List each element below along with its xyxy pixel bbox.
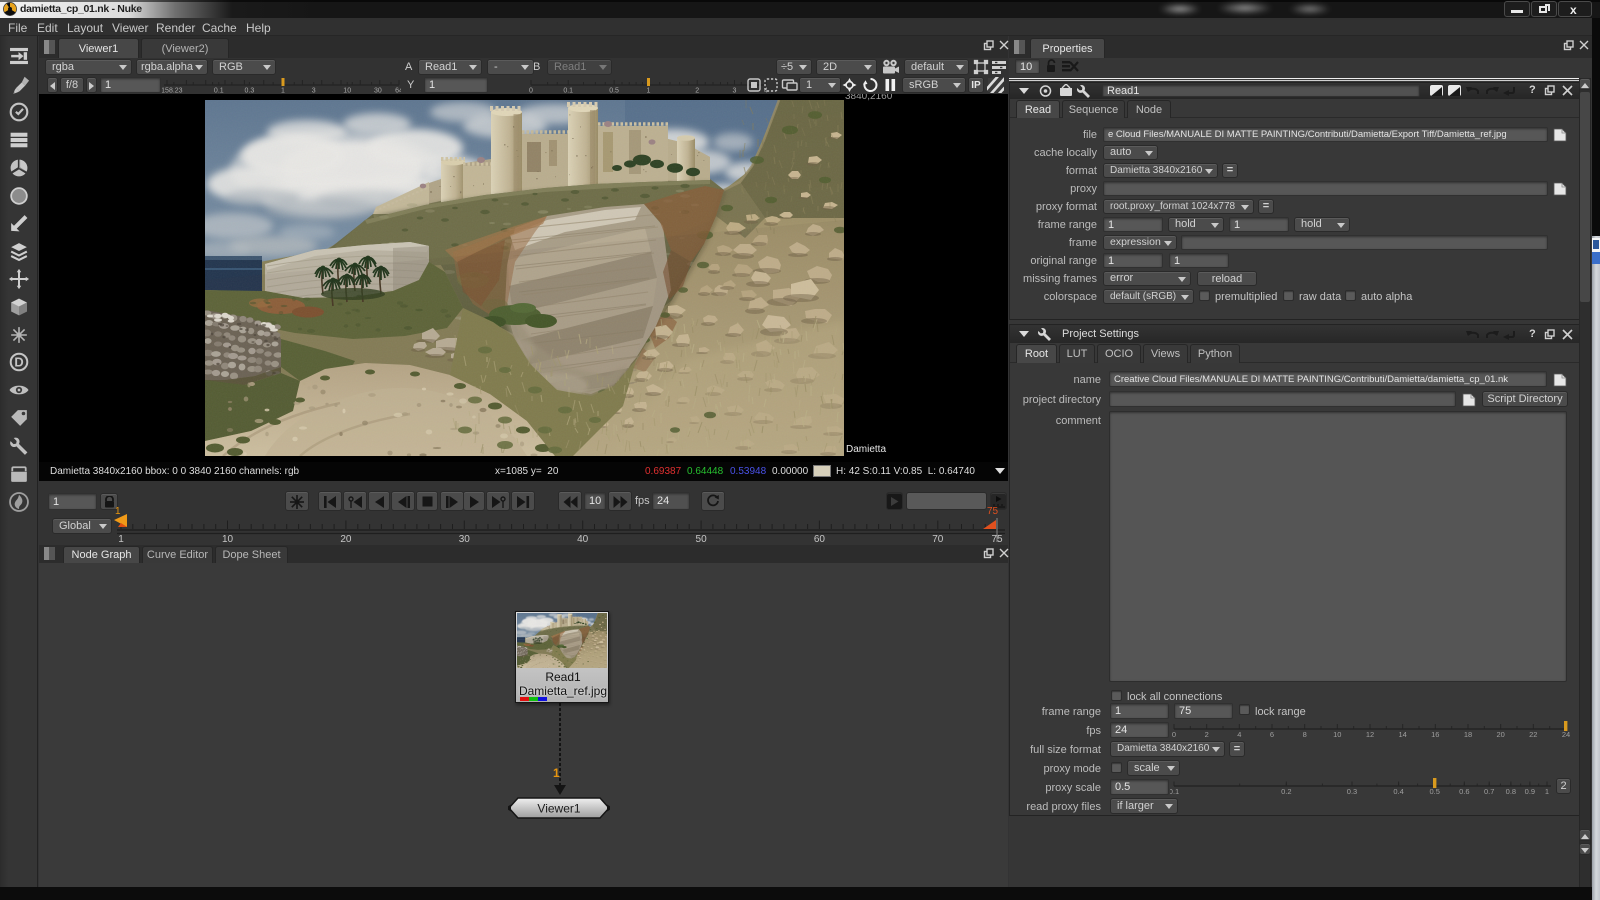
svg-text:D: D [14, 355, 23, 370]
svg-text:0.3: 0.3 [1347, 787, 1357, 796]
svg-text:22: 22 [1529, 730, 1537, 739]
svg-text:70: 70 [932, 534, 944, 545]
svg-text:0.8: 0.8 [1506, 787, 1516, 796]
svg-text:50: 50 [696, 534, 708, 545]
svg-text:1: 1 [1545, 787, 1549, 796]
svg-text:10: 10 [1333, 730, 1341, 739]
svg-text:40: 40 [577, 534, 589, 545]
svg-text:30: 30 [459, 534, 471, 545]
svg-text:18: 18 [1464, 730, 1472, 739]
svg-text:0: 0 [1172, 730, 1176, 739]
svg-text:Viewer1: Viewer1 [537, 802, 580, 816]
svg-text:4: 4 [1237, 730, 1241, 739]
svg-text:12: 12 [1366, 730, 1374, 739]
svg-text:10: 10 [222, 534, 234, 545]
svg-text:0.2: 0.2 [1281, 787, 1291, 796]
svg-text:0.9: 0.9 [1525, 787, 1535, 796]
svg-text:0.6: 0.6 [1459, 787, 1469, 796]
svg-text:16: 16 [1431, 730, 1439, 739]
svg-text:20: 20 [1497, 730, 1505, 739]
svg-text:0.7: 0.7 [1484, 787, 1494, 796]
svg-text:0.4: 0.4 [1393, 787, 1403, 796]
svg-text:0.5: 0.5 [1429, 787, 1439, 796]
svg-text:75: 75 [991, 534, 1003, 545]
svg-text:8: 8 [1303, 730, 1307, 739]
svg-text:60: 60 [814, 534, 826, 545]
svg-text:14: 14 [1399, 730, 1407, 739]
svg-text:0.1: 0.1 [1170, 787, 1179, 796]
svg-text:1: 1 [118, 534, 124, 545]
svg-text:20: 20 [340, 534, 352, 545]
svg-text:6: 6 [1270, 730, 1274, 739]
svg-text:24: 24 [1562, 730, 1570, 739]
svg-text:2: 2 [1205, 730, 1209, 739]
